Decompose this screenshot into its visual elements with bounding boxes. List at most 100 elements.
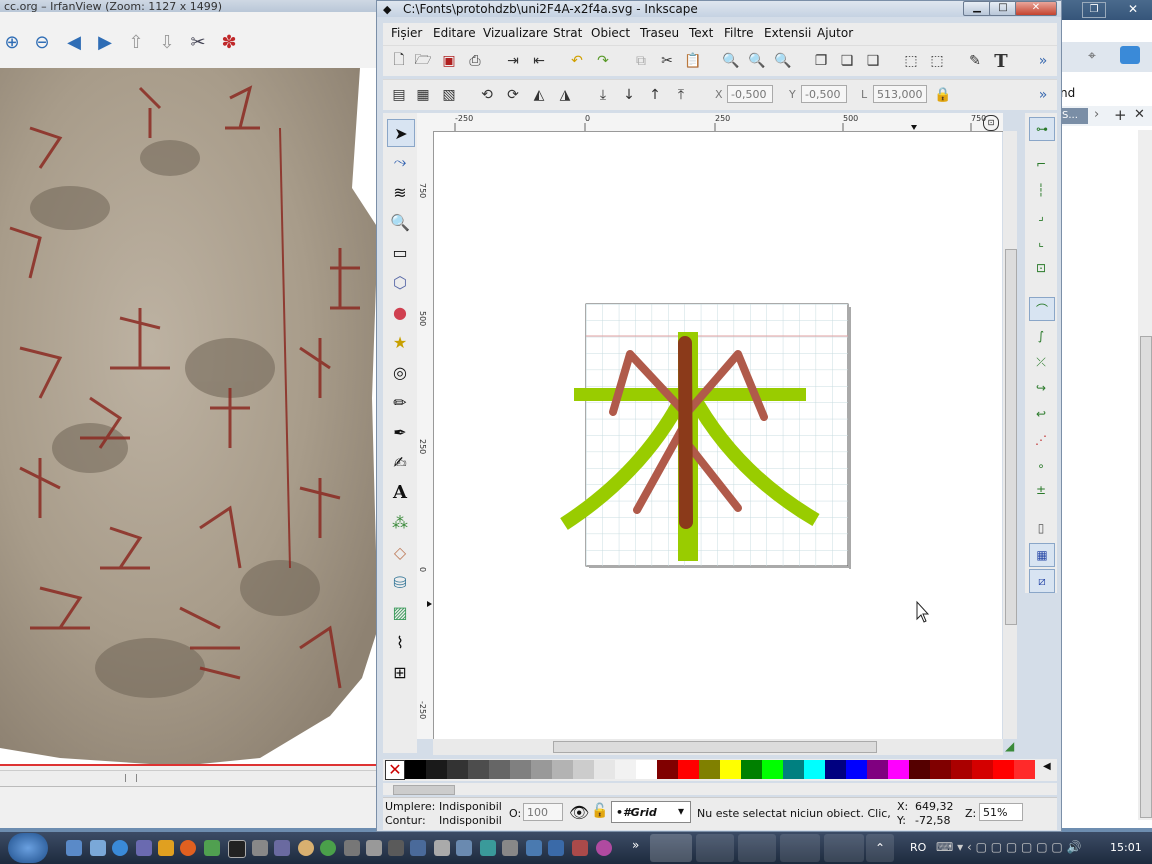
taskbar-app11-icon[interactable] — [502, 840, 518, 856]
menu-path[interactable]: Traseu — [640, 26, 679, 40]
color-swatch[interactable] — [531, 760, 552, 779]
snap-centers-icon[interactable]: ∘ — [1029, 455, 1053, 477]
x-field[interactable]: -0,500 — [727, 85, 773, 103]
spiral-tool-icon[interactable]: ◎ — [387, 359, 413, 385]
taskbar-desktop-icon[interactable] — [66, 840, 82, 856]
zoom-tool-icon[interactable]: 🔍 — [387, 209, 413, 235]
taskbar-app12-icon[interactable] — [526, 840, 542, 856]
color-swatch[interactable] — [720, 760, 741, 779]
taskbar-php-icon[interactable] — [274, 840, 290, 856]
color-swatch[interactable] — [888, 760, 909, 779]
zoom-field[interactable]: 51% — [979, 803, 1023, 821]
color-swatch[interactable] — [699, 760, 720, 779]
color-swatch[interactable] — [930, 760, 951, 779]
color-swatch[interactable] — [741, 760, 762, 779]
zoom-drawing-icon[interactable]: 🔍 — [747, 51, 767, 71]
color-swatch[interactable] — [825, 760, 846, 779]
taskbar-app5-icon[interactable] — [366, 840, 382, 856]
lock-icon[interactable]: 🔒 — [933, 85, 953, 105]
zoom-fit-icon[interactable]: ⊡ — [983, 115, 999, 131]
layer-lock-icon[interactable]: 🔓 — [591, 803, 608, 819]
bg-tab[interactable]: S... — [1060, 108, 1088, 124]
clone-icon[interactable]: ❏ — [837, 51, 857, 71]
scroll-thumb[interactable] — [1140, 336, 1152, 818]
color-swatch[interactable] — [909, 760, 930, 779]
taskbar-app10-icon[interactable] — [480, 840, 496, 856]
raise-to-top-icon[interactable]: ⤒ — [671, 85, 691, 105]
snap-grid-icon[interactable]: ▦ — [1029, 543, 1055, 567]
node-tool-icon[interactable]: ⤳ — [387, 149, 413, 175]
redo-icon[interactable]: ↷ — [593, 51, 613, 71]
menu-layer[interactable]: Strat — [553, 26, 582, 40]
horizontal-ruler[interactable]: -250 0 250 500 750 ⊡ — [433, 113, 1003, 132]
menu-filters[interactable]: Filtre — [724, 26, 753, 40]
taskbar-app3-icon[interactable] — [298, 840, 314, 856]
taskbar-app2-button[interactable] — [824, 834, 864, 862]
color-swatch[interactable] — [552, 760, 573, 779]
menu-view[interactable]: Vizualizare — [483, 26, 548, 40]
scroll-thumb[interactable] — [393, 785, 455, 795]
selector-tool-icon[interactable]: ➤ — [387, 119, 415, 147]
deselect-icon[interactable]: ▧ — [439, 85, 459, 105]
select-all-icon[interactable]: ▤ — [389, 85, 409, 105]
duplicate-icon[interactable]: ❐ — [811, 51, 831, 71]
taskbar-app15-icon[interactable] — [596, 840, 612, 856]
print-icon[interactable]: ⎙ — [465, 51, 485, 71]
menu-extensions[interactable]: Extensii — [764, 26, 811, 40]
color-manage-icon[interactable]: ◢ — [1005, 739, 1019, 753]
3d-box-tool-icon[interactable]: ⬡ — [387, 269, 413, 295]
taskbar-chrome-icon[interactable] — [320, 840, 336, 856]
zoom-selection-icon[interactable]: 🔍 — [721, 51, 741, 71]
save-icon[interactable]: ▣ — [439, 51, 459, 71]
chevron-right-icon[interactable]: › — [1094, 107, 1099, 122]
scroll-thumb[interactable] — [553, 741, 877, 753]
pencil-tool-icon[interactable]: ✏ — [387, 389, 413, 415]
page-up-icon[interactable]: ⇧ — [124, 30, 148, 54]
color-swatch[interactable] — [1014, 760, 1035, 779]
taskbar-app-icon[interactable] — [204, 840, 220, 856]
taskbar-app6-icon[interactable] — [388, 840, 404, 856]
close-tab-icon[interactable]: ✕ — [1134, 107, 1145, 122]
text-tool-icon[interactable]: A — [387, 479, 413, 505]
taskbar-app4-icon[interactable] — [344, 840, 360, 856]
maximize-icon[interactable]: □ — [989, 1, 1017, 16]
snap-midpoints-icon[interactable]: ⋰ — [1029, 429, 1053, 451]
menu-file[interactable]: Fișier — [391, 26, 422, 40]
rotate-cw-icon[interactable]: ⟳ — [503, 85, 523, 105]
eraser-tool-icon[interactable]: ◇ — [387, 539, 413, 565]
taskbar-media-icon[interactable] — [158, 840, 174, 856]
more-controls-icon[interactable]: » — [1033, 85, 1053, 105]
open-icon[interactable]: 🗁 — [413, 51, 433, 71]
layer-dropdown[interactable]: •#Grid ▾ — [611, 801, 691, 823]
layer-visibility-icon[interactable]: 👁 — [569, 803, 589, 822]
select-all-layers-icon[interactable]: ▦ — [413, 85, 433, 105]
menu-edit[interactable]: Editare — [433, 26, 476, 40]
scroll-thumb[interactable] — [1005, 249, 1017, 625]
app-icon[interactable] — [1120, 46, 1140, 64]
taskbar-app-button[interactable] — [738, 834, 776, 862]
taskbar-save-icon[interactable] — [136, 840, 152, 856]
bg-window-scrollbar[interactable] — [1138, 130, 1152, 820]
color-swatch[interactable] — [657, 760, 678, 779]
color-swatch[interactable] — [867, 760, 888, 779]
drawing-canvas[interactable] — [434, 132, 1002, 739]
menu-help[interactable]: Ajutor — [817, 26, 853, 40]
color-swatch[interactable] — [426, 760, 447, 779]
taskbar-more-icon[interactable]: » — [632, 838, 639, 852]
snap-bbox-center-icon[interactable]: ⊡ — [1029, 257, 1053, 279]
lower-to-bottom-icon[interactable]: ⤓ — [593, 85, 613, 105]
color-swatch[interactable] — [762, 760, 783, 779]
new-document-icon[interactable]: 🗋 — [389, 51, 409, 71]
taskbar-app8-icon[interactable] — [434, 840, 450, 856]
menu-object[interactable]: Obiect — [591, 26, 630, 40]
menu-text[interactable]: Text — [689, 26, 713, 40]
taskbar-cmd-button[interactable] — [780, 834, 820, 862]
star-tool-icon[interactable]: ★ — [387, 329, 413, 355]
snap-paths-icon[interactable]: ∫ — [1029, 325, 1053, 347]
minimize-icon[interactable]: ▁ — [963, 1, 991, 16]
color-swatch[interactable] — [951, 760, 972, 779]
close-icon[interactable]: ✕ — [1015, 1, 1057, 16]
viewer-horizontal-scrollbar[interactable] — [0, 770, 378, 787]
taskbar-overflow-icon[interactable]: ⌃ — [866, 834, 894, 862]
close-icon[interactable]: ✕ — [1118, 2, 1148, 16]
